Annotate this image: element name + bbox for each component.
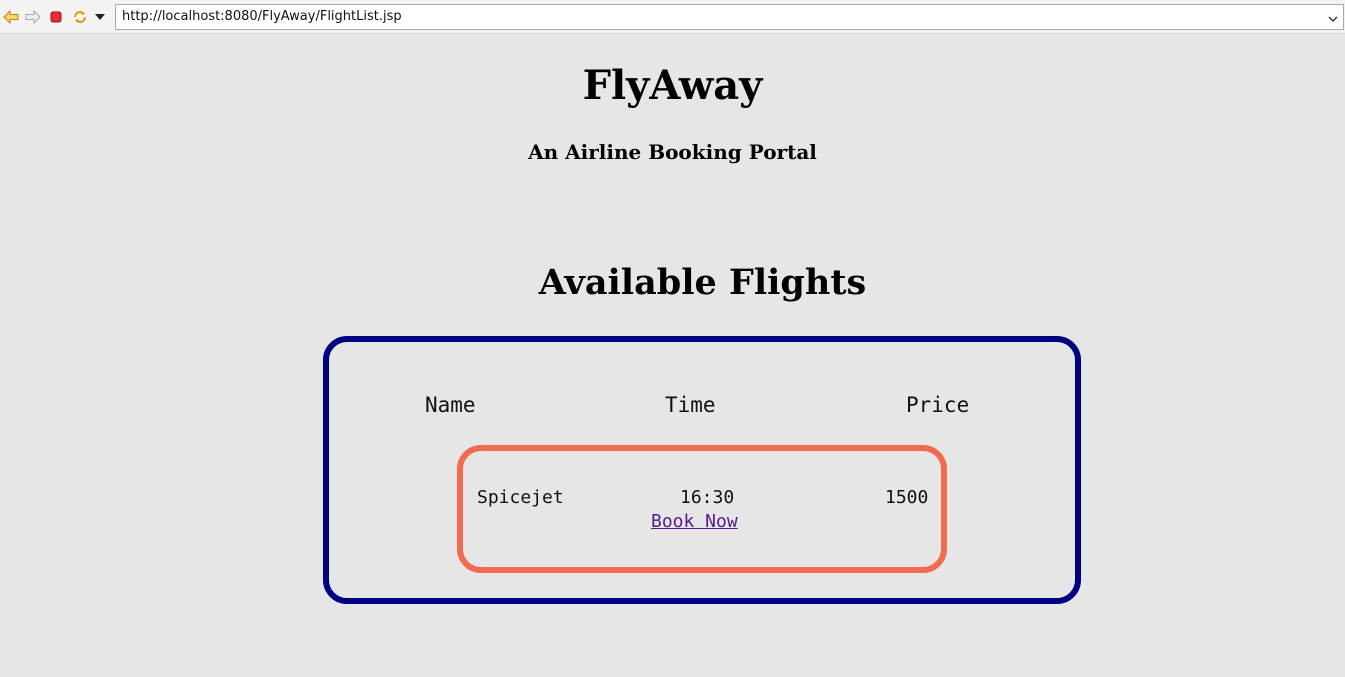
book-now-link[interactable]: Book Now [651, 511, 738, 532]
refresh-button[interactable] [71, 8, 89, 26]
forward-icon [25, 10, 41, 24]
site-title: FlyAway [582, 62, 763, 109]
refresh-icon [72, 9, 88, 25]
flight-name: Spicejet [477, 487, 564, 508]
forward-button[interactable] [24, 8, 42, 26]
column-header-name: Name [425, 393, 476, 417]
stop-icon [49, 10, 63, 24]
menu-dropdown-icon [95, 14, 105, 20]
flight-price: 1500 [885, 487, 929, 508]
back-button[interactable] [2, 8, 20, 26]
url-text: http://localhost:8080/FlyAway/FlightList… [122, 9, 402, 24]
column-header-time: Time [665, 393, 716, 417]
section-title: Available Flights [538, 262, 867, 303]
back-icon [3, 10, 19, 24]
flight-row-card [457, 445, 947, 573]
flight-time: 16:30 [680, 487, 735, 508]
browser-toolbar: http://localhost:8080/FlyAway/FlightList… [0, 0, 1345, 34]
site-subtitle: An Airline Booking Portal [528, 140, 817, 164]
url-bar[interactable]: http://localhost:8080/FlyAway/FlightList… [115, 4, 1344, 30]
history-dropdown-button[interactable] [91, 8, 109, 26]
stop-button[interactable] [47, 8, 65, 26]
url-dropdown-icon[interactable] [1326, 11, 1340, 25]
column-header-price: Price [906, 393, 970, 417]
